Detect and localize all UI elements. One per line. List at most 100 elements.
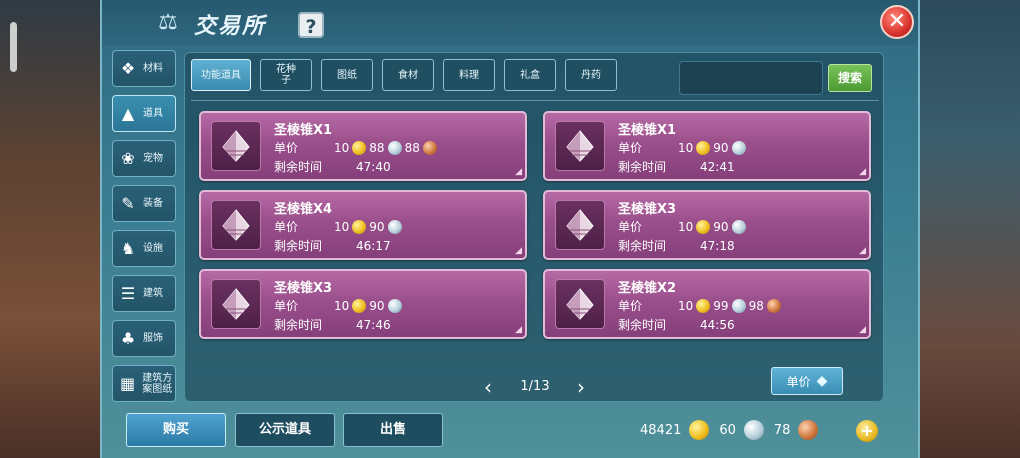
sort-arrow-icon: ◆ <box>816 373 828 389</box>
search-input[interactable] <box>679 61 823 95</box>
sidebar-item-material[interactable]: ❖ 材料 <box>112 50 176 87</box>
corner-mark-icon: ◢ <box>859 246 866 256</box>
gold-price: 90 <box>369 219 385 234</box>
public-items-button[interactable]: 公示道具 <box>235 413 335 447</box>
sidebar-item-label: 装备 <box>143 198 163 209</box>
sidebar-item-label: 服饰 <box>143 333 163 344</box>
gold-balance: 48421 <box>640 422 682 438</box>
pyramid-icon <box>555 279 605 329</box>
scale-icon: ⚖ <box>158 10 178 35</box>
quantity-value: 10 <box>678 298 694 313</box>
quantity-value: 10 <box>678 219 694 234</box>
gold-coin-icon <box>352 298 367 313</box>
buy-button[interactable]: 购买 <box>126 413 226 447</box>
listing-card[interactable]: 圣棱锥X1 单价 10 90 剩余时间 42:41 ◢ <box>543 111 871 181</box>
search-button[interactable]: 搜索 <box>828 64 872 92</box>
gold-coin-icon <box>352 219 367 234</box>
tab-label: 礼盒 <box>520 69 540 81</box>
listing-card[interactable]: 圣棱锥X2 单价 10 99 98 剩余时间 44:56 ◢ <box>543 269 871 339</box>
prop-icon: ▲ <box>121 104 135 123</box>
tab-label: 花种子 <box>276 64 296 86</box>
pyramid-icon <box>211 200 261 250</box>
unit-price-label: 单价 <box>618 141 643 155</box>
prev-page-button[interactable]: ‹ <box>478 375 498 399</box>
time-row: 剩余时间 44:56 <box>618 316 735 333</box>
bottom-bar: 购买 公示道具 出售 48421 60 78 + <box>102 410 922 450</box>
pyramid-icon <box>555 200 605 250</box>
tab-cuisine[interactable]: 料理 <box>443 59 495 91</box>
silver-balance: 60 <box>719 422 736 438</box>
listing-area: 功能道具 花种子 图纸 食材 料理 礼盒 丹药 搜索 圣棱锥X1 单价 10 8… <box>184 52 884 402</box>
tab-gift-box[interactable]: 礼盒 <box>504 59 556 91</box>
unit-price-label: 单价 <box>274 220 299 234</box>
screen-edge-handle[interactable] <box>10 22 17 72</box>
listing-card[interactable]: 圣棱锥X3 单价 10 90 剩余时间 47:46 ◢ <box>199 269 527 339</box>
price-row: 单价 10 90 <box>618 139 749 156</box>
tab-flower-seeds[interactable]: 花种子 <box>260 59 312 91</box>
remaining-time-value: 47:46 <box>356 317 391 332</box>
time-row: 剩余时间 46:17 <box>274 237 391 254</box>
sidebar-item-label: 设施 <box>143 243 163 254</box>
listing-card[interactable]: 圣棱锥X3 单价 10 90 剩余时间 47:18 ◢ <box>543 190 871 260</box>
sidebar-item-building[interactable]: ☰ 建筑 <box>112 275 176 312</box>
sidebar-item-label: 建筑 <box>143 288 163 299</box>
title-bar: ⚖ 交易所 ? ✕ <box>102 0 918 46</box>
clothing-icon: ♣ <box>120 329 136 348</box>
remaining-time-value: 47:18 <box>700 238 735 253</box>
remaining-time-label: 剩余时间 <box>618 160 667 174</box>
silver-coin-icon <box>731 298 746 313</box>
tab-function-items[interactable]: 功能道具 <box>191 59 251 91</box>
tab-blueprints[interactable]: 图纸 <box>321 59 373 91</box>
copper-balance: 78 <box>773 422 791 438</box>
close-button[interactable]: ✕ <box>880 5 914 39</box>
exchange-panel: ⚖ 交易所 ? ✕ ❖ 材料 ▲ 道具 ❀ 宠物 ✎ 装备 ♞ 设施 ☰ 建筑 <box>100 0 920 458</box>
quantity-value: 10 <box>334 219 350 234</box>
equip-icon: ✎ <box>121 194 135 213</box>
help-button[interactable]: ? <box>298 12 324 38</box>
pyramid-icon <box>555 121 605 171</box>
sort-by-price-button[interactable]: 单价 ◆ <box>771 367 843 395</box>
add-currency-button[interactable]: + <box>856 420 878 442</box>
unit-price-label: 单价 <box>274 141 299 155</box>
gold-price: 90 <box>369 298 385 313</box>
sidebar-item-pet[interactable]: ❀ 宠物 <box>112 140 176 177</box>
tab-label: 食材 <box>398 69 418 81</box>
gold-price: 99 <box>713 298 729 313</box>
corner-mark-icon: ◢ <box>515 246 522 256</box>
tab-label: 功能道具 <box>201 69 241 81</box>
listing-card[interactable]: 圣棱锥X1 单价 10 88 88 剩余时间 47:40 ◢ <box>199 111 527 181</box>
tab-elixir[interactable]: 丹药 <box>565 59 617 91</box>
remaining-time-value: 42:41 <box>700 159 735 174</box>
page-title: 交易所 <box>194 14 267 39</box>
corner-mark-icon: ◢ <box>515 325 522 335</box>
facility-icon: ♞ <box>120 239 136 258</box>
sell-button[interactable]: 出售 <box>343 413 443 447</box>
silver-coin-icon <box>731 140 746 155</box>
next-page-button[interactable]: › <box>571 375 591 399</box>
sidebar-item-facility[interactable]: ♞ 设施 <box>112 230 176 267</box>
gold-price: 88 <box>369 140 385 155</box>
quantity-value: 10 <box>678 140 694 155</box>
time-row: 剩余时间 47:40 <box>274 158 391 175</box>
sidebar-item-label: 道具 <box>143 108 163 119</box>
silver-coin-icon <box>743 420 764 440</box>
tab-ingredients[interactable]: 食材 <box>382 59 434 91</box>
sidebar-item-clothing[interactable]: ♣ 服饰 <box>112 320 176 357</box>
corner-mark-icon: ◢ <box>515 167 522 177</box>
item-name: 圣棱锥X4 <box>274 202 333 217</box>
time-row: 剩余时间 47:46 <box>274 316 391 333</box>
unit-price-label: 单价 <box>618 220 643 234</box>
price-row: 单价 10 88 88 <box>274 139 440 156</box>
remaining-time-label: 剩余时间 <box>618 318 667 332</box>
pyramid-icon <box>211 279 261 329</box>
unit-price-label: 单价 <box>274 299 299 313</box>
sidebar-item-blueprint[interactable]: ▦ 建筑方案图纸 <box>112 365 176 402</box>
quantity-value: 10 <box>334 140 350 155</box>
remaining-time-label: 剩余时间 <box>274 318 323 332</box>
gold-coin-icon <box>689 420 710 440</box>
sidebar-item-equipment[interactable]: ✎ 装备 <box>112 185 176 222</box>
gold-price: 90 <box>713 140 729 155</box>
currency-display: 48421 60 78 <box>640 420 828 440</box>
listing-card[interactable]: 圣棱锥X4 单价 10 90 剩余时间 46:17 ◢ <box>199 190 527 260</box>
sidebar-item-prop[interactable]: ▲ 道具 <box>112 95 176 132</box>
